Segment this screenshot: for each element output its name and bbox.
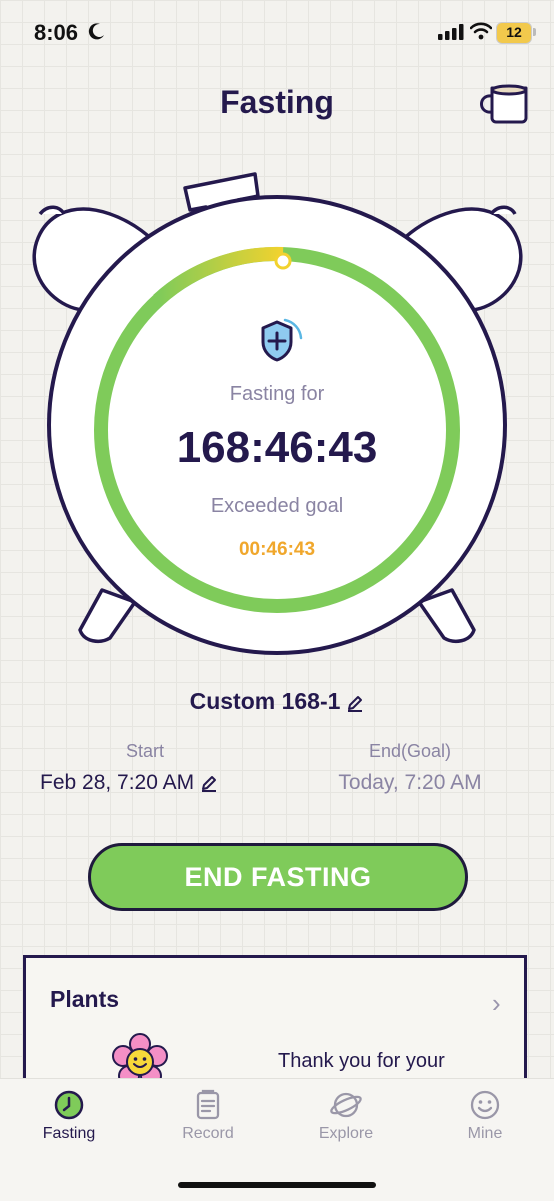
start-label: Start [125,741,164,761]
edit-start-pencil-icon[interactable] [200,774,218,793]
plants-message: Thank you for your [278,1050,445,1072]
tab-label-explore: Explore [318,1125,374,1142]
tab-fasting[interactable]: Fasting [24,1089,114,1143]
tab-mine[interactable]: Mine [440,1089,530,1143]
clock-icon [54,1090,84,1120]
tab-label-fasting: Fasting [42,1125,96,1142]
exceeded-time: 00:46:43 [238,539,316,560]
shield-plus-icon [261,318,303,362]
plan-name: Custom 168-1 [189,688,341,714]
elapsed-time: 168:46:43 [176,423,378,472]
tab-label-record: Record [182,1125,234,1142]
start-value: Feb 28, 7:20 AM [40,771,195,794]
clipboard-icon [196,1089,220,1120]
plants-title: Plants [50,986,120,1012]
status-time: 8:06 [34,20,79,45]
smiley-icon [470,1090,500,1120]
tab-record[interactable]: Record [163,1089,253,1143]
tab-label-mine: Mine [467,1125,503,1142]
edit-pencil-icon[interactable] [346,694,364,712]
start-value-row[interactable]: Feb 28, 7:20 AM [40,771,218,795]
planet-icon [330,1092,362,1118]
chevron-right-icon[interactable]: › [492,988,501,1019]
fasting-for-label: Fasting for [229,383,325,405]
moon-icon [88,23,104,40]
exceeded-goal-label: Exceeded goal [210,495,344,517]
battery-indicator: 12 [496,22,532,44]
end-fasting-button[interactable]: END FASTING [88,843,468,911]
right-bell-cap [489,205,517,216]
cup-icon[interactable] [474,82,532,126]
status-bar: 8:06 12 [0,0,554,64]
battery-level: 12 [506,24,522,40]
tab-explore[interactable]: Explore [301,1089,391,1143]
wifi-icon [470,22,492,40]
progress-knob [274,252,292,270]
plan-name-row[interactable]: Custom 168-1 [0,688,554,715]
end-goal-value: Today, 7:20 AM [338,771,482,794]
end-goal-label: End(Goal) [368,741,452,761]
signal-icon [438,24,464,40]
page-title: Fasting [220,84,334,120]
plants-card[interactable]: Plants › Thank you for your [23,955,527,1095]
battery-tip [533,28,536,36]
left-bell-cap [38,205,66,216]
alarm-clock-illustration [32,172,523,655]
home-indicator [178,1182,376,1188]
